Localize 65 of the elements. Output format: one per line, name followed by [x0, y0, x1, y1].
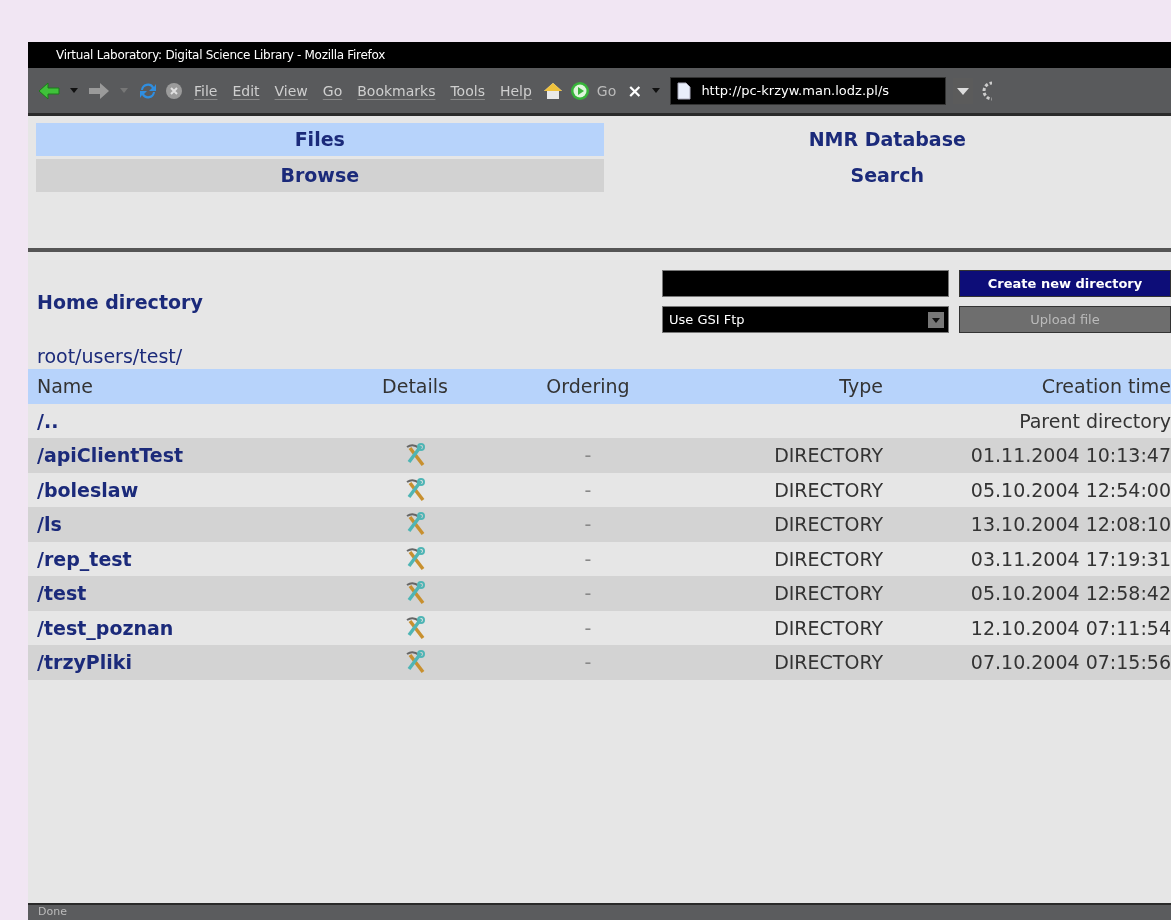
status-bar: Done [28, 903, 1171, 920]
window-title: Virtual Laboratory: Digital Science Library - Mozilla Firefox [56, 48, 385, 62]
table-cell-text: - [583, 582, 593, 605]
table-cell-text: 03.11.2004 17:19:31 [969, 547, 1171, 570]
go-label[interactable]: Go [596, 82, 617, 99]
menu-item[interactable]: File [194, 82, 218, 99]
directory-link[interactable]: /ls [37, 513, 340, 536]
back-icon[interactable] [38, 81, 60, 100]
nav-link[interactable]: NMR Database [603, 123, 1171, 156]
menu-item[interactable]: View [274, 82, 308, 99]
address-field[interactable]: http://pc-krzyw.man.lodz.pl/s [670, 76, 947, 105]
section-heading: Home directory [37, 290, 203, 313]
directory-link[interactable]: /boleslaw [37, 478, 340, 501]
directory-link[interactable]: /apiClientTest [37, 444, 340, 467]
column-header: Type [838, 375, 884, 398]
go-icon[interactable] [569, 80, 590, 101]
directory-link[interactable]: /test [37, 582, 340, 605]
throbber-icon [980, 80, 993, 101]
dropdown-icon[interactable] [70, 88, 78, 93]
nav-link[interactable]: Browse [36, 159, 604, 192]
column-header: Ordering [545, 375, 631, 398]
table-cell-text: - [583, 616, 593, 639]
menu-item[interactable]: Bookmarks [357, 82, 436, 99]
column-header: Name [37, 375, 95, 398]
table-cell-text: 05.10.2004 12:54:00 [969, 478, 1171, 501]
table-cell-text: - [583, 513, 593, 536]
table-cell-text: DIRECTORY [773, 582, 884, 605]
home-icon[interactable] [542, 81, 563, 100]
table-cell-text: - [583, 547, 593, 570]
table-cell-text: DIRECTORY [773, 513, 884, 536]
directory-link[interactable]: /rep_test [37, 547, 340, 570]
table-cell-text: DIRECTORY [773, 651, 884, 674]
create-directory-button[interactable]: Create new directory [959, 270, 1171, 297]
nav-link[interactable]: Search [603, 159, 1171, 192]
dropdown-icon[interactable] [652, 88, 661, 93]
table-cell-text: DIRECTORY [773, 616, 884, 639]
menu-item[interactable]: Go [322, 82, 343, 99]
page-icon [677, 81, 692, 100]
directory-link[interactable]: /test_poznan [37, 616, 340, 639]
nav-link[interactable]: Files [36, 123, 604, 156]
menu-item[interactable]: Tools [450, 82, 485, 99]
directory-name-field[interactable] [662, 270, 949, 297]
column-header: Creation time [1040, 375, 1171, 398]
menu-item[interactable]: Help [499, 82, 532, 99]
clear-button[interactable]: × [627, 80, 643, 101]
table-cell-text: - [583, 651, 593, 674]
table-cell-text: 07.10.2004 07:15:56 [969, 651, 1171, 674]
table-cell-text: 01.11.2004 10:13:47 [969, 444, 1171, 467]
table-cell-text: DIRECTORY [773, 444, 884, 467]
menu-item[interactable]: Edit [232, 82, 260, 99]
table-cell-text: 05.10.2004 12:58:42 [969, 582, 1171, 605]
table-cell-text: Parent directory [1018, 409, 1171, 432]
table-cell-text: DIRECTORY [773, 547, 884, 570]
table-cell-text: 12.10.2004 07:11:54 [969, 616, 1171, 639]
directory-link[interactable]: /.. [37, 409, 340, 432]
column-header: Details [381, 375, 449, 398]
directory-link[interactable]: /trzyPliki [37, 651, 340, 674]
table-cell-text: - [583, 444, 593, 467]
directory-path: root/users/test/ [36, 344, 184, 369]
dropdown-icon[interactable] [928, 311, 944, 328]
table-cell-text: 13.10.2004 12:08:10 [969, 513, 1171, 536]
table-cell-text: - [583, 478, 593, 501]
stop-icon[interactable] [165, 81, 183, 100]
table-cell-text: DIRECTORY [773, 478, 884, 501]
forward-icon[interactable] [88, 81, 110, 100]
